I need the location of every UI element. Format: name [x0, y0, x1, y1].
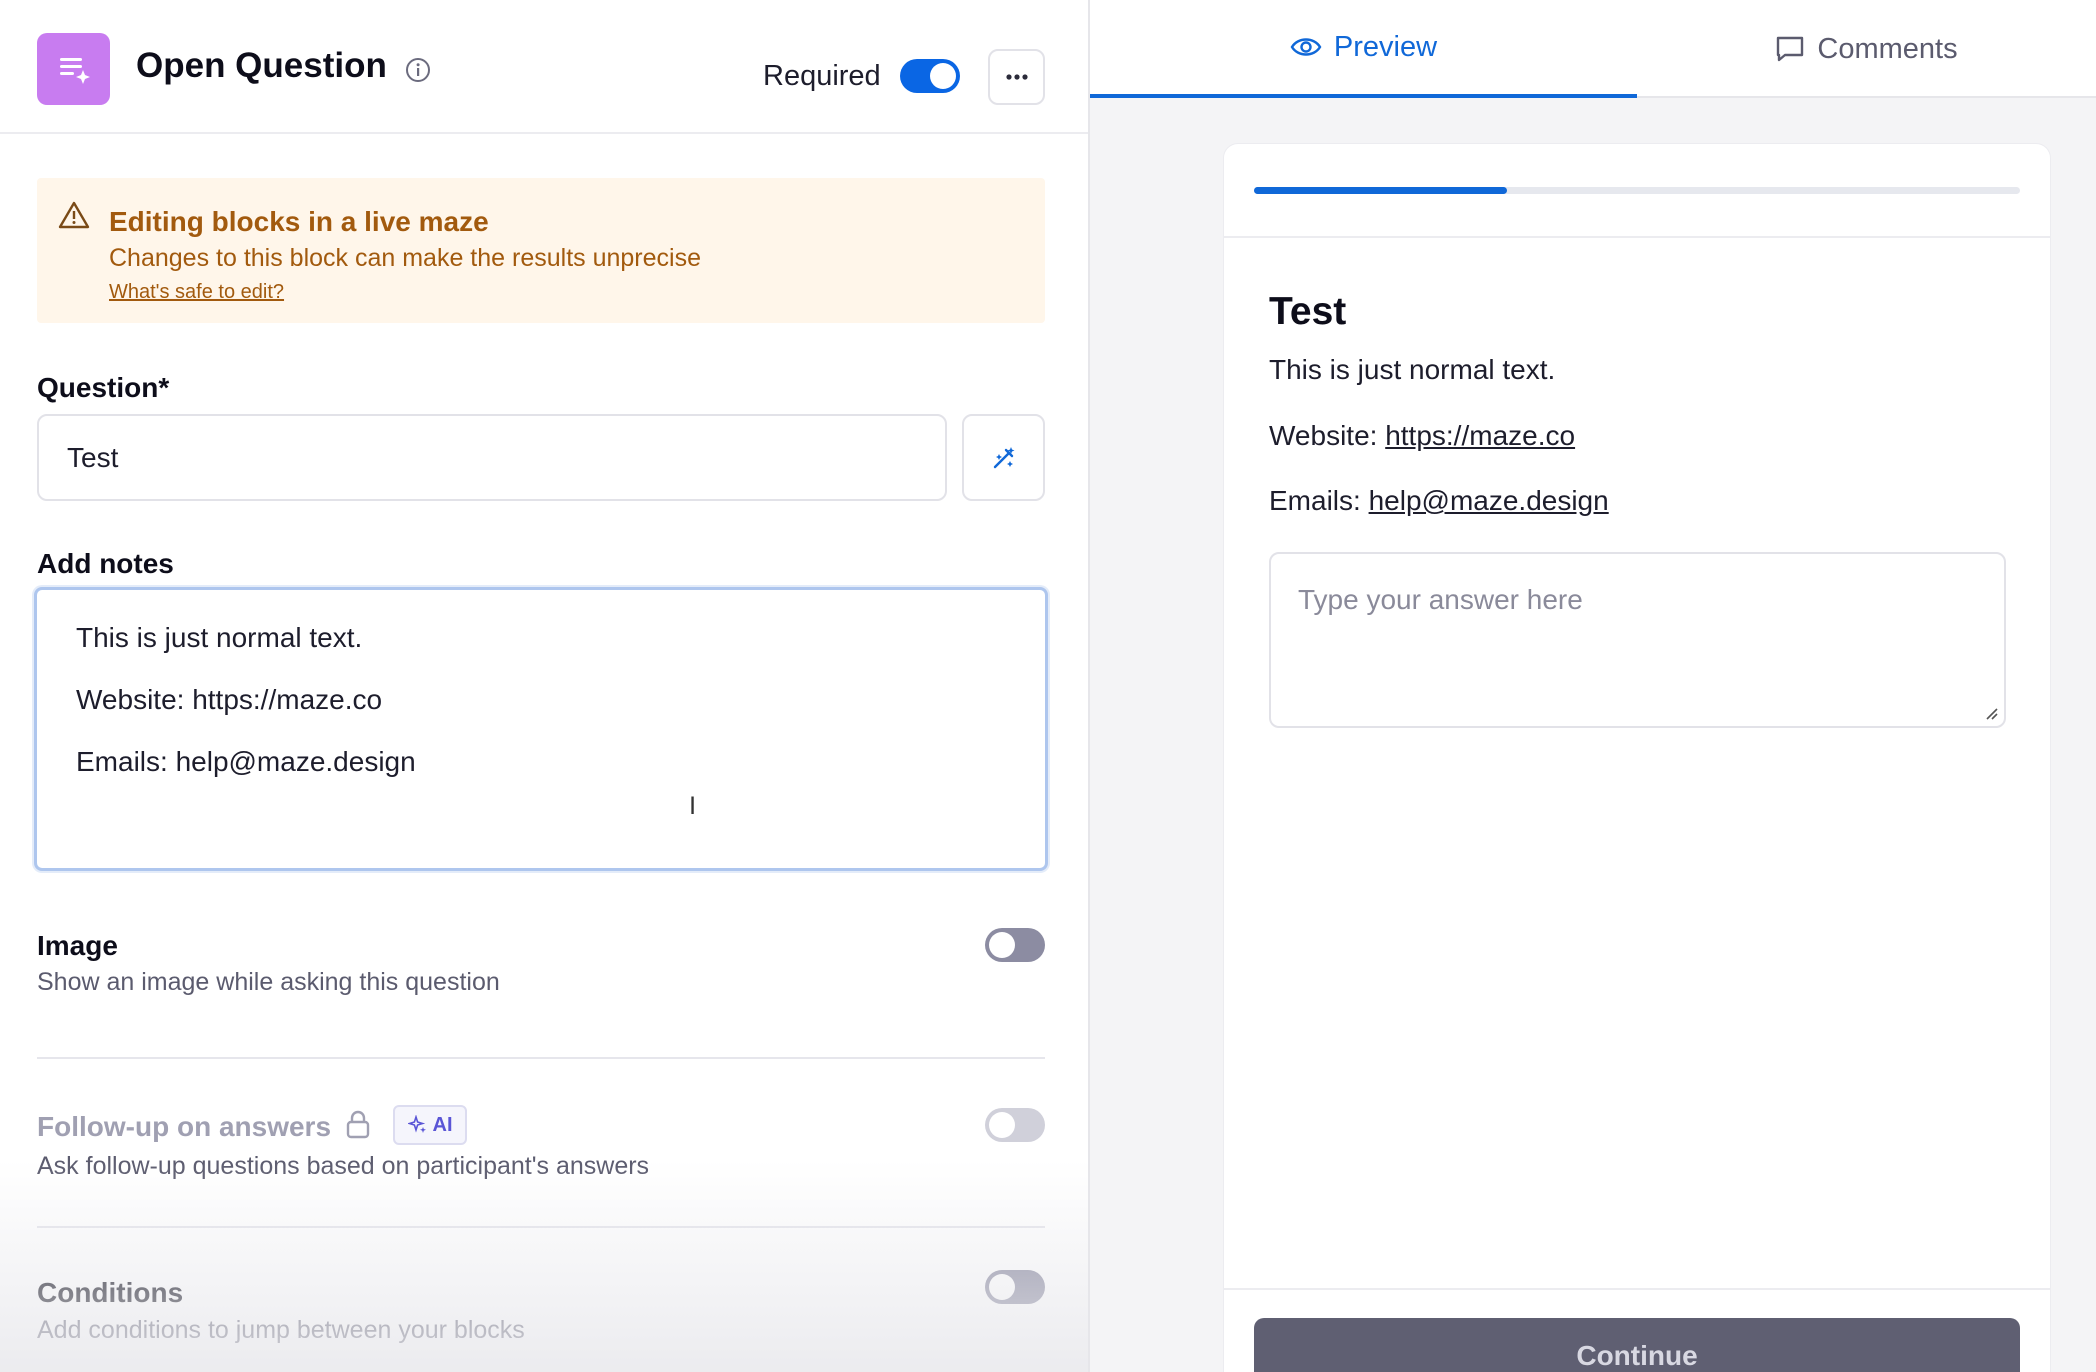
block-editor-panel: Open Question Required Editing blocks in… [0, 0, 1088, 1372]
info-icon[interactable] [405, 57, 431, 83]
preview-card: Test This is just normal text. Website: … [1224, 144, 2050, 1372]
preview-tabs: Preview Comments [1090, 0, 2096, 98]
notes-line: Emails: help@maze.design [76, 746, 416, 777]
notes-line: This is just normal text. [76, 622, 363, 653]
magic-wand-icon [993, 446, 1014, 468]
ai-rewrite-button[interactable] [962, 414, 1045, 501]
preview-website-line: Website: https://maze.co [1269, 420, 1575, 452]
conditions-option-title: Conditions [37, 1277, 184, 1308]
progress-fill [1254, 187, 1507, 194]
follow-up-option-desc: Ask follow-up questions based on partici… [37, 1152, 650, 1180]
ai-badge: AI [393, 1105, 467, 1145]
ai-badge-label: AI [432, 1113, 453, 1136]
live-maze-warning: Editing blocks in a live maze Changes to… [37, 178, 1045, 323]
email-link[interactable]: help@maze.design [1369, 485, 1609, 516]
divider [37, 1226, 1045, 1228]
eye-icon [1290, 38, 1322, 56]
open-question-block-icon [37, 33, 110, 105]
answer-placeholder: Type your answer here [1298, 584, 1583, 615]
block-header: Open Question Required [0, 0, 1088, 134]
warning-text: Changes to this block can make the resul… [109, 244, 701, 272]
preview-question-title: Test [1269, 290, 1347, 333]
question-input[interactable]: Test [37, 414, 947, 501]
preview-emails-line: Emails: help@maze.design [1269, 485, 1609, 517]
resize-grip-icon[interactable] [1984, 706, 1998, 720]
preview-panel: Preview Comments Test This is just norma… [1090, 0, 2096, 1372]
continue-button[interactable]: Continue [1254, 1318, 2020, 1372]
more-dots-icon [1005, 74, 1028, 80]
website-link[interactable]: https://maze.co [1385, 420, 1575, 451]
comment-icon [1777, 36, 1804, 62]
tab-comments-label: Comments [1817, 32, 1958, 65]
warning-triangle-icon [57, 200, 91, 235]
conditions-option-desc: Add conditions to jump between your bloc… [37, 1316, 525, 1344]
tab-comments[interactable]: Comments [1637, 0, 2096, 98]
notes-textarea[interactable]: This is just normal text. Website: https… [34, 587, 1048, 871]
preview-note-text: This is just normal text. [1269, 354, 1556, 385]
block-title: Open Question [136, 46, 387, 85]
notes-line: Website: https://maze.co [76, 684, 383, 715]
notes-label: Add notes [37, 548, 174, 579]
sparkle-icon [407, 1115, 426, 1133]
lock-icon [345, 1109, 371, 1144]
emails-prefix: Emails: [1269, 485, 1369, 516]
conditions-toggle[interactable] [985, 1270, 1045, 1304]
text-cursor-icon: I [689, 792, 697, 820]
warning-title: Editing blocks in a live maze [109, 206, 489, 237]
tab-preview[interactable]: Preview [1090, 0, 1637, 98]
answer-textarea[interactable]: Type your answer here [1269, 552, 2006, 728]
more-options-button[interactable] [988, 49, 1045, 105]
required-toggle[interactable] [900, 59, 960, 93]
image-option-title: Image [37, 930, 118, 961]
progress-bar [1254, 187, 2020, 194]
required-label: Required [763, 60, 881, 92]
website-prefix: Website: [1269, 420, 1386, 451]
image-toggle[interactable] [985, 928, 1045, 962]
follow-up-toggle[interactable] [985, 1108, 1045, 1142]
divider [1224, 1288, 2050, 1290]
divider [37, 1057, 1045, 1059]
image-option-desc: Show an image while asking this question [37, 968, 500, 996]
divider [1224, 236, 2050, 238]
tab-preview-label: Preview [1333, 30, 1438, 63]
follow-up-option-title: Follow-up on answers [37, 1111, 332, 1142]
question-label: Question* [37, 372, 170, 403]
safe-to-edit-link[interactable]: What's safe to edit? [109, 281, 284, 304]
